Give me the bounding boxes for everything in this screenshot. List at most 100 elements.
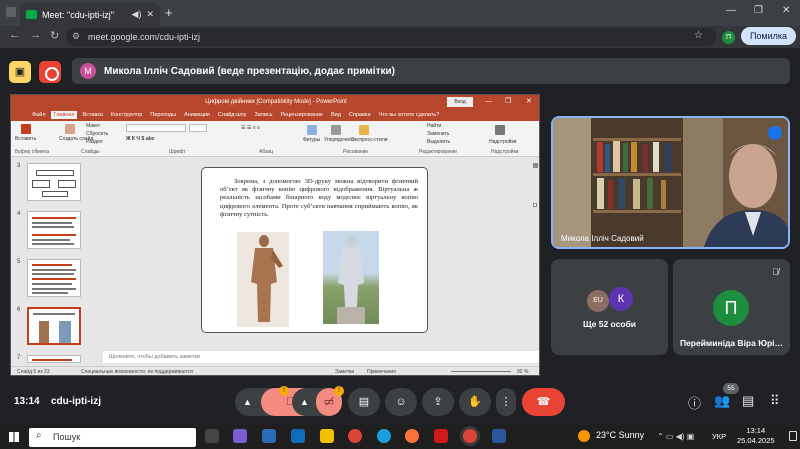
ppt-tab-help[interactable]: Справка [346, 111, 374, 119]
ppt-tab-home[interactable]: Главная [50, 111, 78, 119]
shapes-icon[interactable] [307, 125, 317, 135]
paragraph-buttons[interactable]: ☰ ☰ ≡ ≡ [241, 125, 260, 131]
word-icon[interactable] [492, 429, 506, 443]
camera-options-chevron-icon[interactable]: ▲ [300, 388, 309, 416]
chat-icon[interactable]: ▤ [742, 393, 754, 409]
bookmark-star-icon[interactable]: ☆ [694, 30, 703, 41]
camera-control[interactable]: ▲ ▭̸ ! [292, 386, 344, 416]
acrobat-icon[interactable] [434, 429, 448, 443]
participant-tile-vira[interactable]: 🎙̸ П Перейминіда Віра Юрі… [673, 259, 790, 355]
site-info-icon[interactable]: ⚙ [72, 31, 80, 42]
maximize-icon[interactable]: ❐ [754, 5, 763, 16]
copilot-icon[interactable] [233, 429, 247, 443]
ppt-tab-slideshow[interactable]: Слайд-шоу [215, 111, 250, 119]
store-icon[interactable] [262, 429, 276, 443]
firefox-icon[interactable] [405, 429, 419, 443]
outlook-icon[interactable] [291, 429, 305, 443]
notes-toggle[interactable]: Заметки [335, 369, 354, 375]
taskbar-clock[interactable]: 13:14 25.04.2025 [737, 426, 775, 446]
notifications-icon[interactable] [789, 431, 797, 441]
arrange-icon[interactable] [331, 125, 341, 135]
ppt-close-icon[interactable]: ✕ [526, 95, 532, 109]
new-tab-button[interactable]: + [165, 5, 173, 20]
address-bar[interactable]: meet.google.com/cdu-ipti-izj [66, 28, 716, 46]
task-view-icon[interactable] [205, 429, 219, 443]
font-size-box[interactable] [189, 124, 207, 132]
zoom-level[interactable]: 92 % [517, 369, 528, 375]
stop-presenting-icon[interactable]: ▣ [9, 61, 31, 83]
emoji-button[interactable]: ☺ [385, 388, 417, 416]
slide-thumbnail-3[interactable] [27, 163, 81, 201]
activities-icon[interactable]: ⠿ [770, 393, 780, 409]
ppt-tab-design[interactable]: Конструктор [108, 111, 145, 119]
slide-thumbnail-5[interactable] [27, 259, 81, 297]
system-tray-icons[interactable]: ⌃ ▭ ◀) ▣ [657, 432, 694, 441]
profile-avatar[interactable]: П [722, 31, 735, 44]
accessibility-status[interactable]: Специальные возможности: не поддерживает… [81, 369, 193, 375]
slide-thumbnail-6[interactable] [27, 307, 81, 345]
taskbar-search[interactable]: Пошук [29, 428, 196, 447]
weather-text[interactable]: 23°C Sunny [596, 430, 644, 440]
scroll-thumb[interactable] [533, 203, 537, 207]
ppt-tab-animation[interactable]: Анимация [181, 111, 213, 119]
meeting-info-icon[interactable]: ⓘ [688, 393, 701, 412]
font-format-buttons[interactable]: Ж К Ч S abc [126, 136, 155, 142]
raise-hand-button[interactable]: ✋ [459, 388, 491, 416]
ppt-tab-record[interactable]: Запись [251, 111, 275, 119]
back-icon[interactable]: ← [9, 29, 20, 41]
record-icon[interactable] [39, 61, 61, 83]
windows-start-icon[interactable] [9, 432, 19, 442]
ppt-tab-view[interactable]: Вид [328, 111, 344, 119]
comments-toggle[interactable]: Примечания [367, 369, 396, 375]
edge-icon[interactable] [377, 429, 391, 443]
mic-options-chevron-icon[interactable]: ▲ [243, 388, 252, 416]
present-button[interactable]: ⇪ [422, 388, 454, 416]
notes-field[interactable]: Щелкните, чтобы добавить заметки [103, 351, 539, 363]
font-family-box[interactable] [126, 124, 186, 132]
tab-close-icon[interactable]: ✕ [146, 9, 154, 20]
zoom-slider[interactable] [451, 371, 511, 372]
reset-button[interactable]: Сбросить [86, 131, 108, 137]
chrome-icon[interactable] [348, 429, 362, 443]
error-button[interactable]: Помилка [741, 27, 796, 45]
quick-styles-button[interactable]: Экспресс-стили [351, 137, 388, 143]
minimize-icon[interactable]: — [726, 5, 736, 16]
section-button[interactable]: Раздел [86, 139, 103, 145]
quick-styles-icon[interactable] [359, 125, 369, 135]
more-options-button[interactable]: ⋮ [496, 388, 516, 416]
replace-button[interactable]: Заменить [427, 131, 449, 137]
ppt-tab-transitions[interactable]: Переходы [147, 111, 179, 119]
ppt-tab-file[interactable]: Файл [29, 111, 49, 119]
select-button[interactable]: Выделить [427, 139, 450, 145]
layout-button[interactable]: Макет [86, 123, 100, 129]
tab-search-icon[interactable] [6, 7, 16, 17]
ppt-minimize-icon[interactable]: — [485, 95, 492, 109]
people-icon[interactable]: 👥 [714, 393, 730, 409]
browser-tab-meet[interactable]: Meet: "cdu-ipti-izj" ◀) ✕ [20, 3, 160, 26]
arrange-button[interactable]: Упорядочить [324, 137, 354, 143]
close-window-icon[interactable]: ✕ [782, 5, 790, 16]
forward-icon[interactable]: → [30, 29, 41, 41]
reload-icon[interactable]: ↻ [50, 29, 59, 42]
addins-button[interactable]: Надстройки [489, 139, 516, 145]
ppt-tell-me[interactable]: Что вы хотите сделать? [376, 111, 443, 119]
slide-thumbnail-4[interactable] [27, 211, 81, 249]
scroll-up-icon[interactable] [533, 163, 538, 168]
captions-button[interactable]: ▤ [348, 388, 380, 416]
chrome-active-icon[interactable] [463, 429, 477, 443]
participant-tile-others[interactable]: EU К Ще 52 особи [551, 259, 668, 355]
participant-tile-presenter[interactable]: Микола Ілліч Садовий [551, 116, 790, 249]
slide-thumbnail-7[interactable] [27, 355, 81, 363]
tab-audio-icon[interactable]: ◀) [132, 9, 142, 20]
addins-icon[interactable] [495, 125, 505, 135]
find-button[interactable]: Найти [427, 123, 441, 129]
current-slide[interactable]: Зокрема, з допомогою 3D-друку можна відт… [201, 167, 428, 333]
ppt-restore-icon[interactable]: ❐ [505, 95, 511, 109]
paste-icon[interactable] [21, 124, 31, 134]
file-explorer-icon[interactable] [320, 429, 334, 443]
leave-call-button[interactable]: ☎ [522, 388, 565, 416]
input-language[interactable]: УКР [712, 432, 726, 441]
ppt-signin-button[interactable]: Вход [447, 97, 473, 107]
ppt-tab-insert[interactable]: Вставка [79, 111, 105, 119]
paste-button[interactable]: Вставить [15, 136, 36, 142]
